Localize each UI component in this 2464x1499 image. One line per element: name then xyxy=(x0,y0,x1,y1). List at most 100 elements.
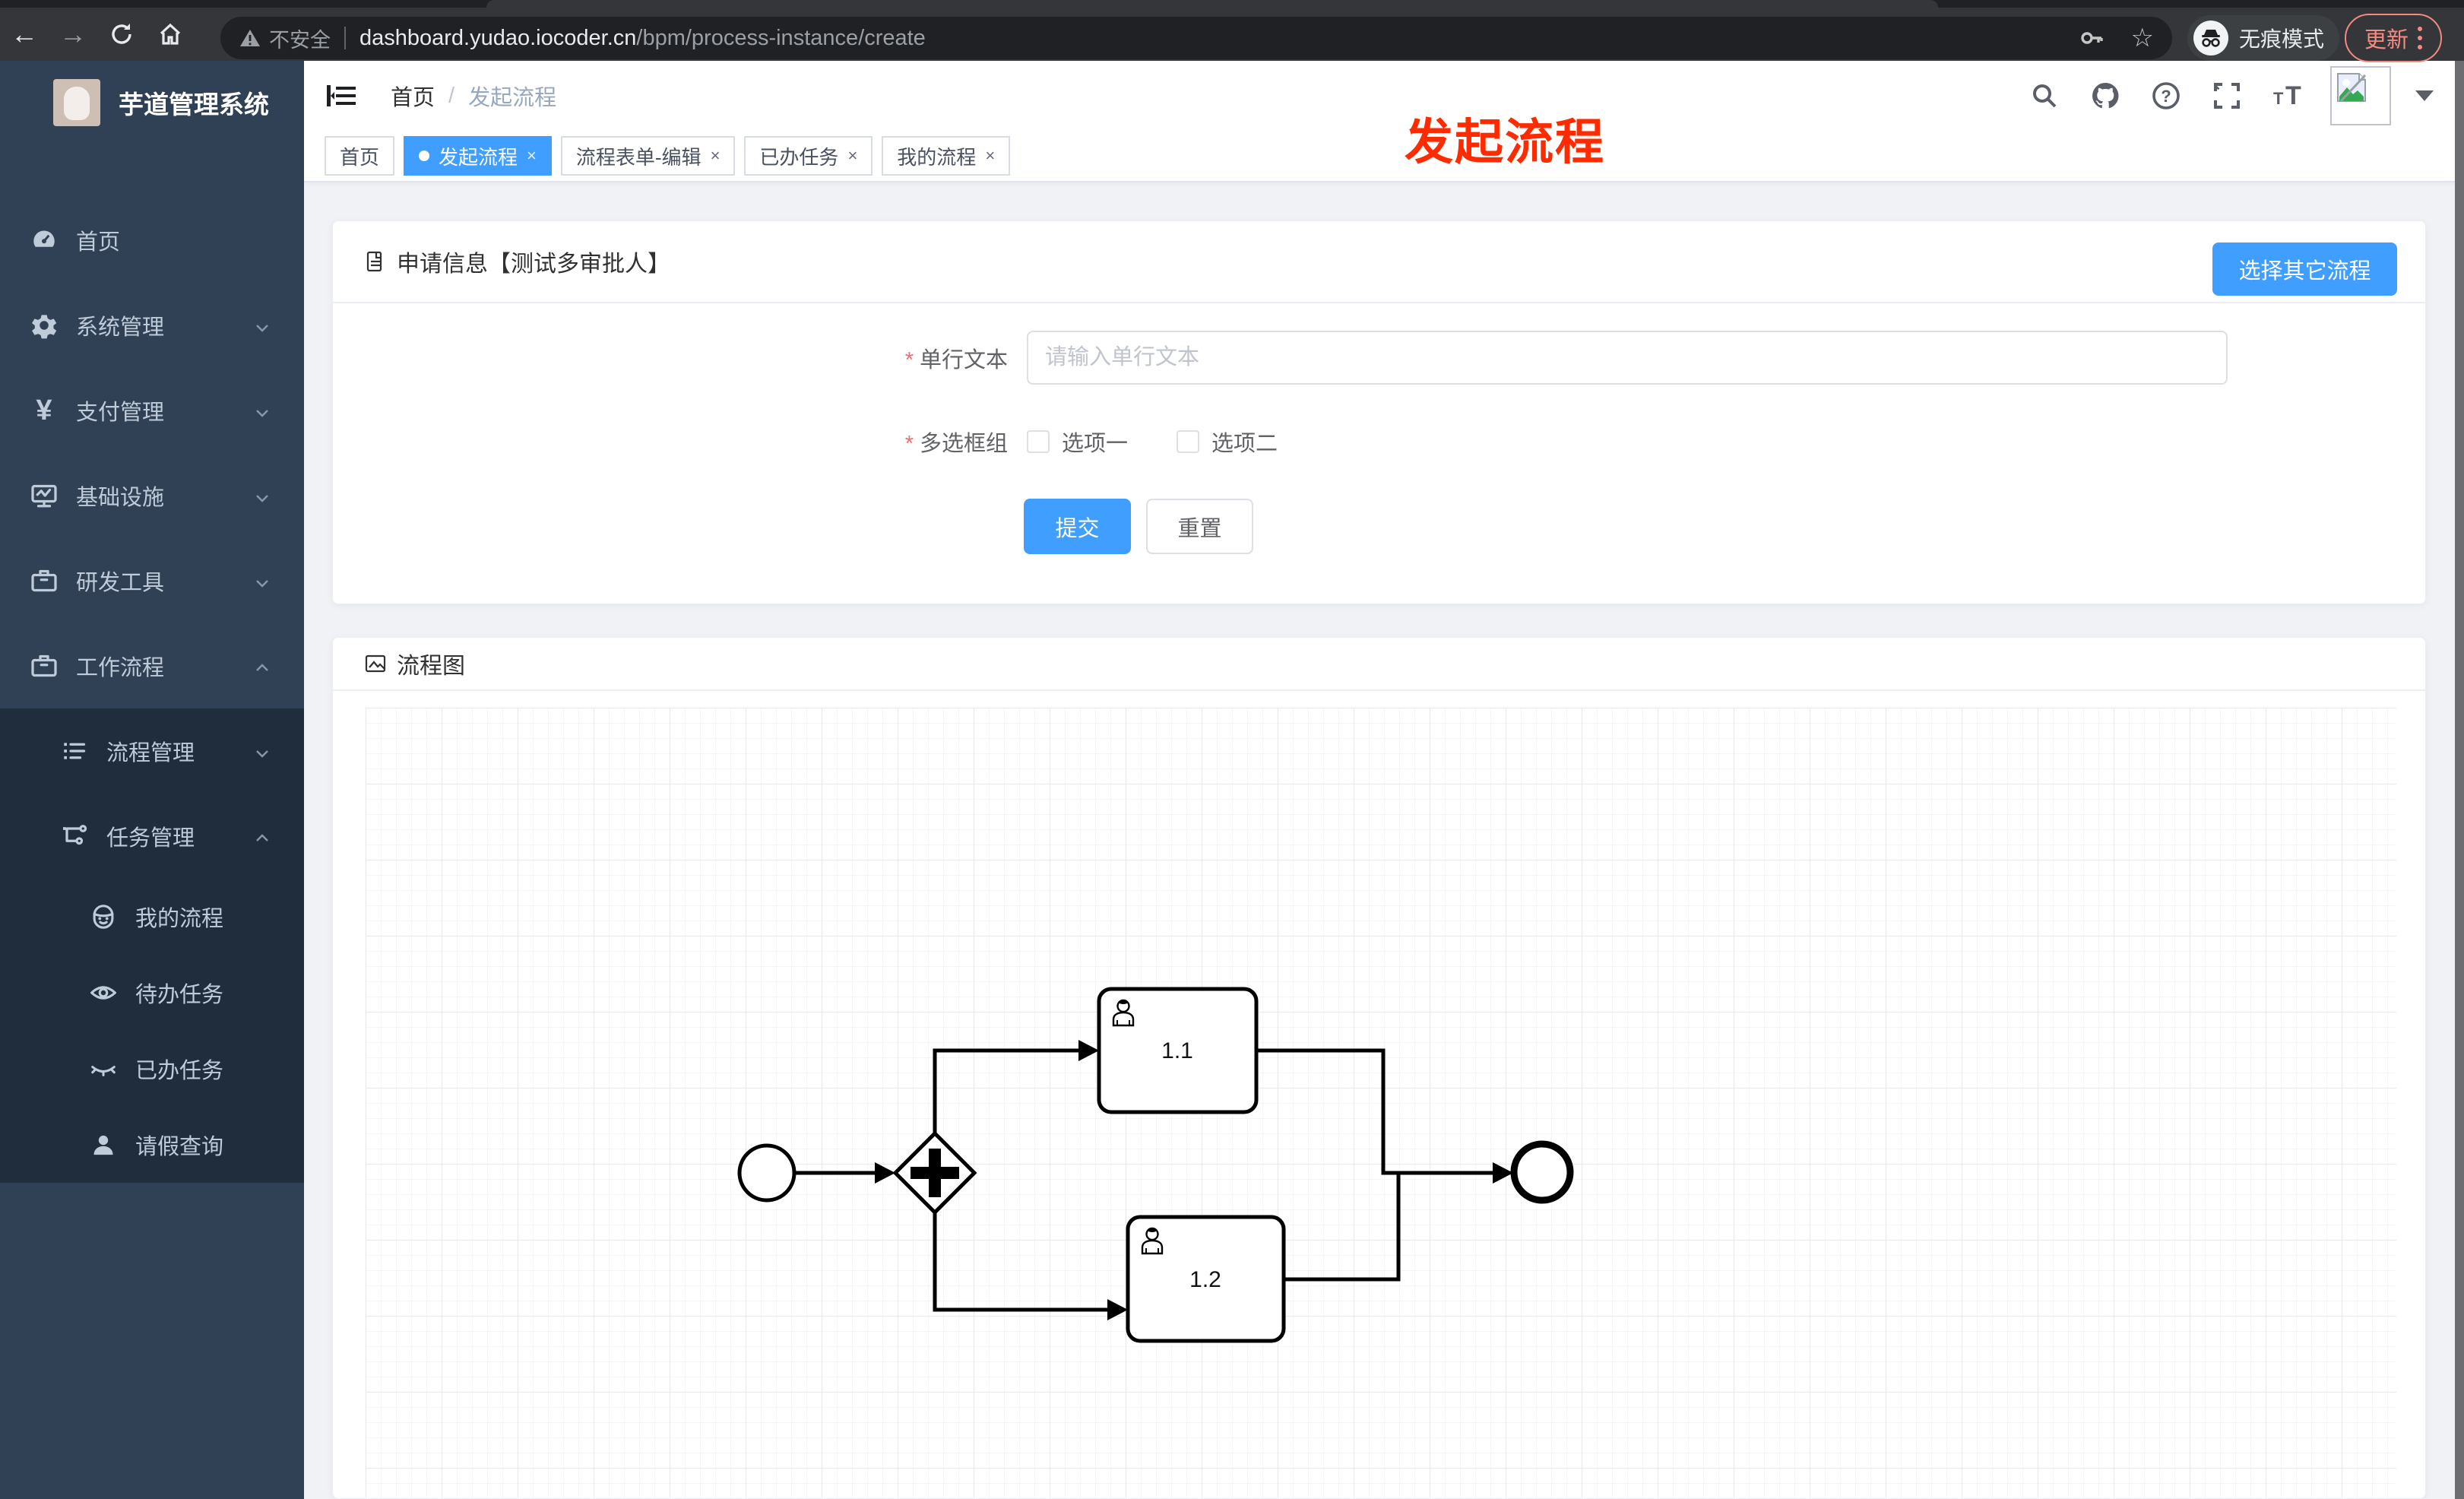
github-icon[interactable] xyxy=(2087,78,2124,114)
breadcrumb-home[interactable]: 首页 xyxy=(391,80,435,112)
sidebar-item-system[interactable]: 系统管理 xyxy=(0,283,304,368)
update-button[interactable]: 更新 xyxy=(2345,14,2442,62)
svg-text:T: T xyxy=(2273,89,2284,108)
user-icon xyxy=(87,1128,120,1161)
chevron-up-icon xyxy=(254,660,271,677)
close-icon[interactable]: × xyxy=(985,146,995,166)
reset-button[interactable]: 重置 xyxy=(1146,499,1253,554)
tag-process-form-edit[interactable]: 流程表单-编辑 × xyxy=(560,136,736,176)
submit-button[interactable]: 提交 xyxy=(1024,499,1131,554)
tag-create-process[interactable]: 发起流程 × xyxy=(404,136,552,176)
page-header: 首页 / 发起流程 ? TT xyxy=(304,61,2464,131)
eye-icon xyxy=(87,976,120,1009)
tag-home[interactable]: 首页 xyxy=(325,136,395,176)
reload-icon[interactable] xyxy=(97,13,146,55)
sidebar-item-label: 待办任务 xyxy=(135,983,224,1007)
close-icon[interactable]: × xyxy=(527,146,537,166)
required-mark: * xyxy=(904,347,914,372)
choose-other-process-button[interactable]: 选择其它流程 xyxy=(2212,242,2397,296)
bookmark-star-icon[interactable]: ☆ xyxy=(2131,23,2154,53)
form-row-text: * 单行文本 xyxy=(333,331,2425,385)
sidebar-item-my-process[interactable]: 我的流程 xyxy=(0,879,304,955)
incognito-icon xyxy=(2193,21,2228,55)
sidebar-item-todo-tasks[interactable]: 待办任务 xyxy=(0,955,304,1031)
sidebar-item-leave-query[interactable]: 请假查询 xyxy=(0,1107,304,1183)
form-row-checkbox-group: * 多选框组 选项一 选项二 xyxy=(333,426,2425,458)
checkbox-group-label: * 多选框组 xyxy=(904,432,1008,456)
user-task-1-1[interactable]: 1.1 xyxy=(1097,987,1259,1114)
browser-menu-icon[interactable] xyxy=(2418,27,2422,49)
end-event[interactable] xyxy=(1510,1140,1574,1204)
tag-done-tasks[interactable]: 已办任务 × xyxy=(744,136,873,176)
face-icon xyxy=(87,900,120,933)
sidebar-item-process-mgmt[interactable]: 流程管理 xyxy=(0,708,304,794)
avatar-caret-icon[interactable] xyxy=(2415,90,2434,101)
sidebar-item-label: 系统管理 xyxy=(76,315,165,340)
sidebar-item-workflow[interactable]: 工作流程 xyxy=(0,623,304,708)
url-bar[interactable]: 不安全 dashboard.yudao.iocoder.cn/bpm/proce… xyxy=(220,17,2172,59)
user-task-1-2[interactable]: 1.2 xyxy=(1126,1215,1286,1343)
screen: ← → 不安全 dashboard.yudao.iocoder.cn/bpm/p… xyxy=(0,0,2464,1499)
sidebar-item-label: 任务管理 xyxy=(106,826,195,851)
back-icon[interactable]: ← xyxy=(0,13,49,55)
monitor-icon xyxy=(27,479,61,512)
list-tree-icon xyxy=(58,734,91,768)
task-label: 1.1 xyxy=(1161,1038,1193,1063)
close-icon[interactable]: × xyxy=(711,146,721,166)
apply-info-card: 申请信息【测试多审批人】 选择其它流程 *单行文本 *多选框组 选项一 选项二 xyxy=(332,220,2426,604)
sidebar-item-task-mgmt[interactable]: 任务管理 xyxy=(0,794,304,879)
dashboard-icon xyxy=(27,223,61,257)
fullscreen-icon[interactable] xyxy=(2209,78,2245,114)
forward-icon[interactable]: → xyxy=(49,13,97,55)
sidebar-item-label: 研发工具 xyxy=(76,571,165,595)
sidebar-item-dev-tools[interactable]: 研发工具 xyxy=(0,538,304,623)
svg-text:T: T xyxy=(2285,81,2301,110)
flow-gateway-task1 xyxy=(933,1048,1080,1133)
sidebar-item-done-tasks[interactable]: 已办任务 xyxy=(0,1031,304,1107)
task-label: 1.2 xyxy=(1189,1267,1221,1292)
document-icon xyxy=(366,251,382,272)
search-icon[interactable] xyxy=(2026,78,2063,114)
browser-chrome: ← → 不安全 dashboard.yudao.iocoder.cn/bpm/p… xyxy=(0,0,2464,62)
tag-my-process[interactable]: 我的流程 × xyxy=(882,136,1011,176)
security-chip[interactable]: 不安全 xyxy=(239,24,331,53)
app-title: 芋道管理系统 xyxy=(119,90,269,119)
browser-toolbar: ← → 不安全 dashboard.yudao.iocoder.cn/bpm/p… xyxy=(0,8,2464,62)
sidebar-item-label: 已办任务 xyxy=(135,1059,224,1083)
close-icon[interactable]: × xyxy=(847,146,857,166)
page-scrollbar[interactable] xyxy=(2455,61,2464,1499)
content-area: 申请信息【测试多审批人】 选择其它流程 *单行文本 *多选框组 选项一 选项二 xyxy=(304,182,2464,1499)
browser-active-tab[interactable] xyxy=(486,0,1938,8)
checkbox-option-1[interactable]: 选项一 xyxy=(1027,426,1128,458)
sidebar-logo-row[interactable]: 芋道管理系统 xyxy=(0,61,304,134)
sidebar-item-home[interactable]: 首页 xyxy=(0,198,304,283)
home-icon[interactable] xyxy=(146,13,195,55)
header-actions: ? TT xyxy=(2026,66,2464,125)
sidebar-item-infrastructure[interactable]: 基础设施 xyxy=(0,453,304,538)
checkbox-icon[interactable] xyxy=(1027,430,1050,453)
checkbox-option-2[interactable]: 选项二 xyxy=(1177,426,1278,458)
sidebar-item-payment[interactable]: ¥ 支付管理 xyxy=(0,368,304,453)
update-label: 更新 xyxy=(2364,28,2409,52)
eye-off-icon xyxy=(87,1052,120,1085)
breadcrumb: 首页 / 发起流程 xyxy=(391,80,556,112)
flow-diagram-card: 流程图 1.1 1.2 xyxy=(332,637,2426,1499)
chevron-down-icon xyxy=(254,319,271,336)
active-dot xyxy=(419,151,430,161)
chevron-down-icon xyxy=(254,575,271,591)
start-event[interactable] xyxy=(737,1143,797,1203)
url-host: dashboard.yudao.iocoder.cn xyxy=(359,25,637,50)
sidebar-toggle-icon[interactable] xyxy=(324,78,360,114)
font-size-icon[interactable]: TT xyxy=(2269,78,2306,114)
apply-info-title: 申请信息【测试多审批人】 xyxy=(397,252,670,277)
help-icon[interactable]: ? xyxy=(2148,78,2184,114)
flow-gateway-task2 xyxy=(933,1212,1109,1312)
checkbox-icon[interactable] xyxy=(1177,430,1200,453)
parallel-gateway[interactable] xyxy=(892,1130,977,1215)
single-line-text-input[interactable] xyxy=(1027,331,2228,385)
key-icon[interactable] xyxy=(2078,24,2105,52)
user-avatar[interactable] xyxy=(2330,66,2391,125)
sidebar-menu: 首页 系统管理 ¥ 支付管理 基础设施 研发工具 工作流程 流程管理 任务管理 … xyxy=(0,198,304,1183)
chevron-down-icon xyxy=(254,490,271,506)
bpmn-canvas[interactable]: 1.1 1.2 xyxy=(366,708,2396,1498)
